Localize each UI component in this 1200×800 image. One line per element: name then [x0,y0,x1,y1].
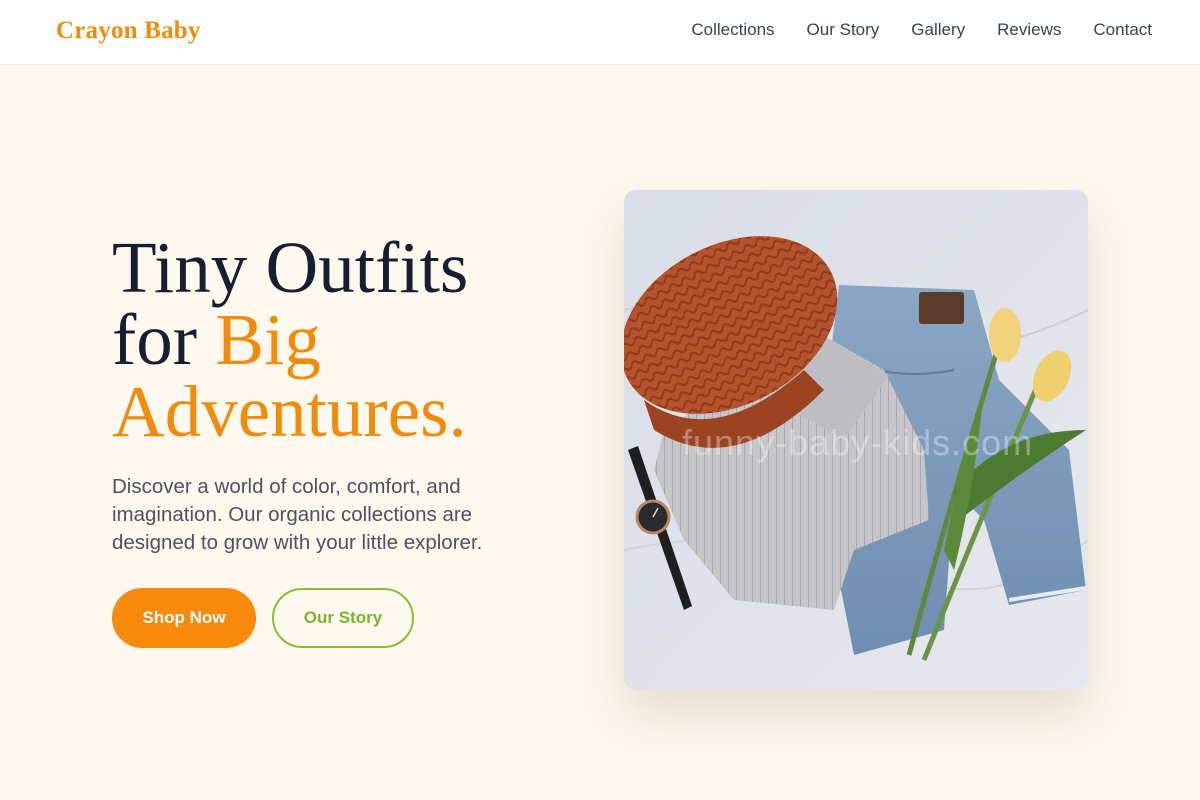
hero-title-for: for [112,299,216,380]
hero-title-adventures: Adventures. [112,371,467,452]
hero-description: Discover a world of color, comfort, and … [112,475,483,554]
nav-contact[interactable]: Contact [1093,20,1152,40]
hero-title-big: Big [215,299,321,380]
hero-title: Tiny Outfits for Big Adventures. [112,231,572,448]
nav-our-story[interactable]: Our Story [807,20,880,40]
hero-title-line1: Tiny Outfits [112,227,469,308]
our-story-button[interactable]: Our Story [272,588,414,648]
hero-image: funny-baby-kids.com [624,190,1088,690]
shop-now-button[interactable]: Shop Now [112,588,256,648]
main-nav: Collections Our Story Gallery Reviews Co… [691,20,1152,40]
nav-collections[interactable]: Collections [691,20,774,40]
nav-gallery[interactable]: Gallery [911,20,965,40]
image-watermark: funny-baby-kids.com [682,422,1034,463]
site-header: Crayon Baby Collections Our Story Galler… [0,0,1200,65]
brand-logo[interactable]: Crayon Baby [56,17,201,45]
nav-reviews[interactable]: Reviews [997,20,1061,40]
